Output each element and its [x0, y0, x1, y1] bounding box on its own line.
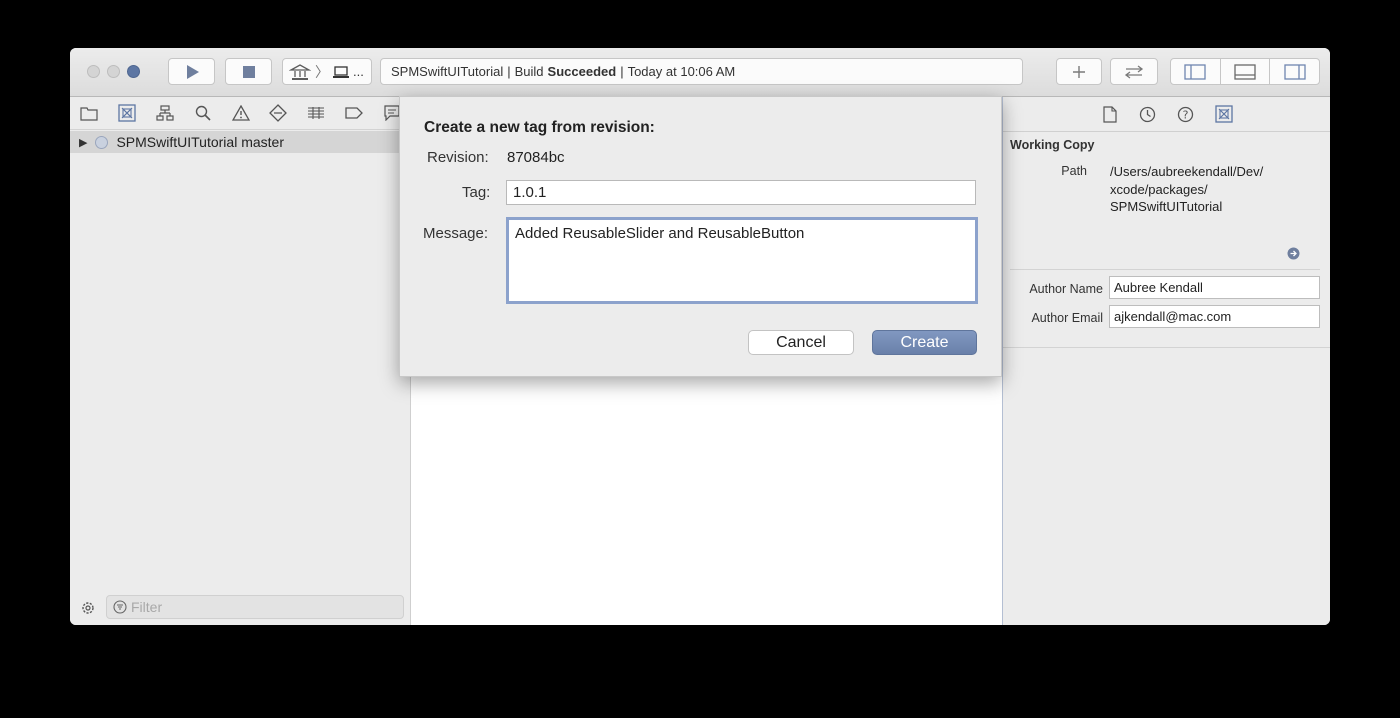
filter-icon	[113, 600, 127, 614]
toolbar: 〉 ... SPMSwiftUITutorial | Build Succeed…	[70, 48, 1330, 97]
issue-navigator-tab[interactable]	[222, 97, 260, 129]
code-review-button[interactable]	[1110, 58, 1158, 85]
path-line: SPMSwiftUITutorial	[1110, 199, 1223, 214]
status-separator: |	[620, 64, 624, 79]
chevron-right-icon: 〉	[315, 63, 329, 80]
disclosure-triangle-icon[interactable]: ▶	[79, 136, 87, 149]
library-button[interactable]	[1056, 58, 1102, 85]
filter-placeholder: Filter	[131, 599, 163, 615]
path-line: xcode/packages/	[1110, 181, 1208, 197]
repository-label: SPMSwiftUITutorial master	[116, 134, 284, 150]
navigator-pane: ▶ SPMSwiftUITutorial master Filter	[70, 97, 411, 625]
source-control-inspector-tab[interactable]	[1212, 102, 1236, 126]
source-control-icon	[1214, 105, 1233, 123]
file-inspector-tab[interactable]	[1098, 102, 1122, 126]
symbol-navigator-tab[interactable]	[146, 97, 184, 129]
filter-input[interactable]: Filter	[106, 595, 404, 619]
report-icon	[384, 105, 400, 121]
dialog-title: Create a new tag from revision:	[424, 119, 655, 136]
revision-label: Revision:	[427, 149, 489, 166]
plus-icon	[1073, 65, 1085, 78]
stop-button[interactable]	[225, 58, 272, 85]
history-inspector-tab[interactable]	[1136, 102, 1160, 126]
status-project: SPMSwiftUITutorial	[391, 64, 504, 79]
help-icon: ?	[1177, 106, 1194, 122]
source-control-navigator-tab[interactable]	[108, 97, 146, 129]
message-label: Message:	[423, 225, 489, 242]
breakpoint-icon	[345, 107, 364, 119]
author-name-label: Author Name	[1029, 282, 1103, 296]
help-inspector-tab[interactable]: ?	[1174, 102, 1198, 126]
tag-field[interactable]: 1.0.1	[506, 180, 976, 205]
run-button[interactable]	[168, 58, 215, 85]
breakpoint-navigator-tab[interactable]	[335, 97, 373, 129]
test-icon	[269, 104, 288, 122]
toggle-debug-area-button[interactable]	[1221, 59, 1271, 84]
repository-row[interactable]: ▶ SPMSwiftUITutorial master	[70, 131, 410, 153]
svg-text:?: ?	[1183, 108, 1189, 121]
message-textarea[interactable]: Added ReusableSlider and ReusableButton	[506, 217, 978, 304]
toggle-navigator-button[interactable]	[1171, 59, 1221, 84]
navigator-selector-bar	[70, 97, 411, 130]
right-panel-icon	[1284, 63, 1306, 80]
search-icon	[195, 105, 211, 121]
bottom-panel-icon	[1234, 63, 1256, 80]
gear-icon[interactable]	[80, 600, 96, 616]
revision-value: 87084bc	[507, 149, 565, 166]
stop-icon	[242, 65, 255, 78]
history-icon	[1139, 106, 1156, 122]
package-icon	[289, 63, 311, 80]
path-value: /Users/aubreekendall/Dev/ xcode/packages…	[1110, 163, 1263, 216]
play-icon	[186, 64, 199, 79]
toggle-inspector-button[interactable]	[1270, 59, 1319, 84]
status-separator: |	[507, 64, 511, 79]
left-panel-icon	[1184, 63, 1206, 80]
section-divider	[1010, 269, 1320, 270]
create-tag-dialog: Create a new tag from revision: Revision…	[399, 96, 1002, 377]
folder-icon	[80, 106, 98, 121]
author-email-label: Author Email	[1031, 311, 1103, 325]
cancel-button[interactable]: Cancel	[748, 330, 854, 355]
debug-icon	[308, 107, 325, 119]
zoom-window-button[interactable]	[127, 65, 140, 78]
minimize-window-button[interactable]	[107, 65, 120, 78]
test-navigator-tab[interactable]	[259, 97, 297, 129]
project-navigator-tab[interactable]	[70, 97, 108, 129]
path-label: Path	[1061, 164, 1087, 178]
working-copy-title: Working Copy	[1010, 138, 1095, 152]
inspector-pane: ? Working Copy Path /Users/aubreekendall…	[1003, 97, 1330, 625]
debug-navigator-tab[interactable]	[297, 97, 335, 129]
navigator-filter-bar: Filter	[70, 591, 411, 625]
scheme-selector[interactable]: 〉 ...	[282, 58, 372, 85]
tag-label: Tag:	[462, 184, 491, 201]
status-build-prefix: Build	[514, 64, 544, 79]
activity-status: SPMSwiftUITutorial | Build Succeeded | T…	[380, 58, 1023, 85]
warning-icon	[231, 105, 250, 121]
create-button[interactable]: Create	[872, 330, 977, 355]
laptop-icon	[333, 65, 349, 78]
panel-toggles	[1170, 58, 1320, 85]
author-name-field[interactable]: Aubree Kendall	[1109, 276, 1320, 299]
reveal-arrow-icon[interactable]	[1287, 247, 1300, 260]
file-icon	[1102, 105, 1117, 123]
inspector-tabs: ?	[1003, 97, 1330, 132]
status-build-state: Succeeded	[547, 64, 617, 79]
path-line: /Users/aubreekendall/Dev/	[1110, 164, 1264, 179]
close-window-button[interactable]	[87, 65, 100, 78]
find-navigator-tab[interactable]	[184, 97, 222, 129]
author-email-field[interactable]: ajkendall@mac.com	[1109, 305, 1320, 328]
swap-icon	[1124, 64, 1144, 79]
section-divider	[1003, 347, 1330, 348]
source-control-icon	[118, 104, 136, 122]
repository-icon	[95, 135, 109, 149]
scheme-destination-label: ...	[353, 64, 364, 79]
status-time: Today at 10:06 AM	[627, 64, 736, 79]
hierarchy-icon	[156, 105, 174, 121]
